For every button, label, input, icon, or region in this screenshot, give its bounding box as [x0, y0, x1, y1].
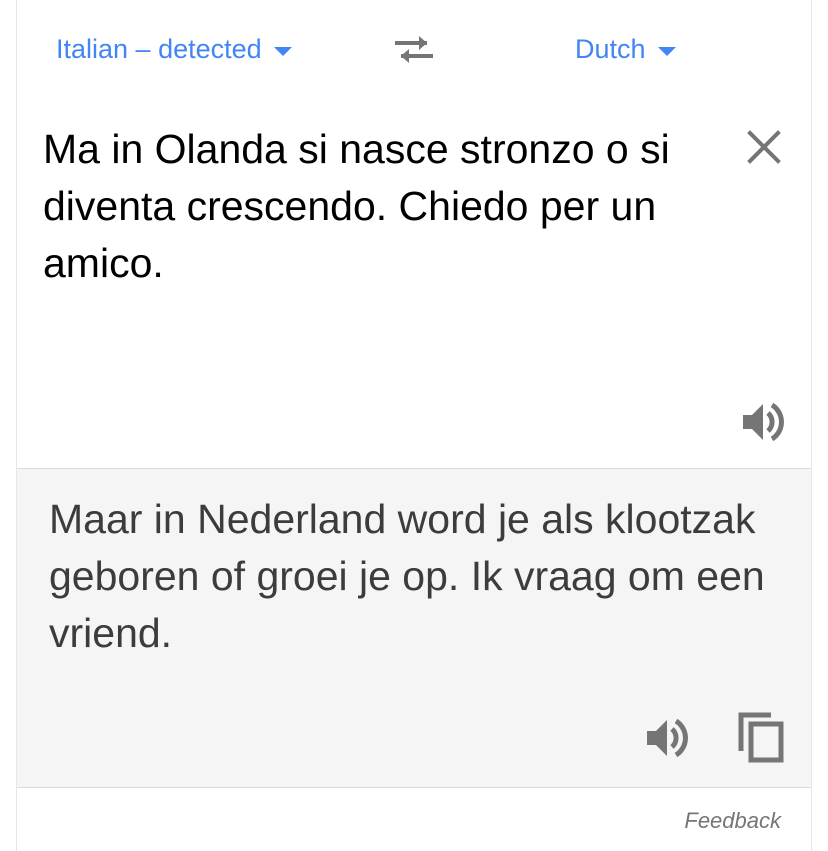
close-icon [747, 130, 781, 164]
target-language-label: Dutch [575, 33, 646, 64]
swap-arrows-icon [395, 36, 433, 63]
source-language-selector[interactable]: Italian – detected [56, 30, 292, 68]
caret-down-icon [273, 46, 292, 56]
translate-card: Italian – detected Dutch Ma in Olanda si… [16, 0, 812, 851]
swap-languages-button[interactable] [391, 29, 437, 69]
listen-source-button[interactable] [741, 399, 787, 445]
source-panel: Ma in Olanda si nasce stronzo o si diven… [17, 97, 811, 469]
feedback-link[interactable]: Feedback [684, 808, 781, 834]
translation-text: Maar in Nederland word je als klootzak g… [49, 496, 765, 656]
translation-panel: Maar in Nederland word je als klootzak g… [17, 469, 811, 788]
source-text-input[interactable]: Ma in Olanda si nasce stronzo o si diven… [43, 121, 703, 292]
copy-translation-button[interactable] [737, 711, 787, 765]
language-bar: Italian – detected Dutch [17, 0, 811, 98]
footer: Feedback [17, 788, 811, 851]
speaker-icon [647, 718, 688, 758]
copy-icon [738, 712, 784, 763]
speaker-icon [743, 402, 784, 442]
caret-down-icon [657, 46, 676, 56]
clear-source-button[interactable] [745, 128, 783, 166]
target-language-selector[interactable]: Dutch [575, 30, 676, 68]
source-language-label: Italian – detected [56, 33, 262, 64]
listen-translation-button[interactable] [645, 715, 691, 761]
